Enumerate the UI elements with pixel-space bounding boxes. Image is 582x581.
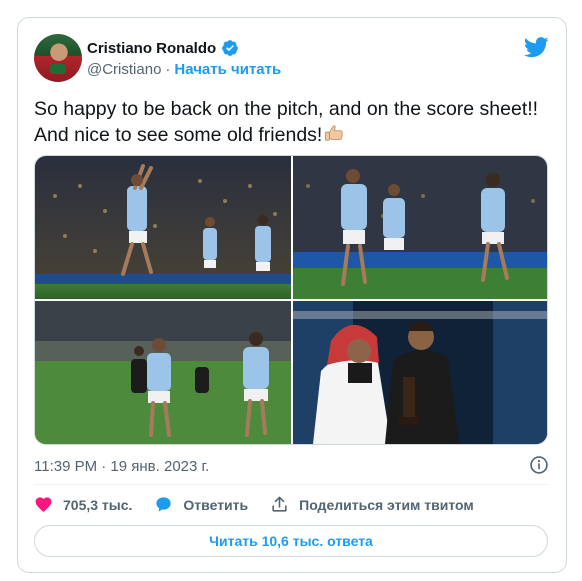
info-icon[interactable] bbox=[529, 455, 549, 475]
separator-dot: · bbox=[165, 61, 171, 78]
follow-link[interactable]: Начать читать bbox=[174, 61, 281, 78]
heart-icon bbox=[35, 497, 52, 513]
tweet-text-line-1: So happy to be back on the pitch, and on… bbox=[34, 98, 539, 120]
likes-count: 705,3 тыс. bbox=[63, 496, 133, 513]
author-name-row[interactable]: Cristiano Ronaldo bbox=[87, 39, 239, 57]
handle-row: @Cristiano · Начать читать bbox=[87, 61, 281, 78]
reply-label: Ответить bbox=[183, 496, 249, 513]
reply-button[interactable]: Ответить bbox=[154, 495, 248, 514]
tweet-actions: 705,3 тыс. Ответить Поделиться этим твит… bbox=[34, 495, 496, 514]
read-replies-button[interactable]: Читать 10,6 тыс. ответа bbox=[34, 525, 548, 557]
share-button[interactable]: Поделиться этим твитом bbox=[270, 495, 474, 514]
photo-players-on-pitch[interactable] bbox=[35, 301, 291, 444]
media-grid bbox=[34, 155, 548, 445]
twitter-bird-icon[interactable] bbox=[524, 37, 549, 58]
tweet-timestamp[interactable]: 11:39 PM · 19 янв. 2023 г. bbox=[34, 458, 209, 475]
share-label: Поделиться этим твитом bbox=[299, 496, 474, 513]
divider bbox=[34, 484, 548, 485]
tweet-text: So happy to be back on the pitch, and on… bbox=[34, 96, 554, 148]
photo-trophy-presentation[interactable] bbox=[293, 301, 547, 444]
author-name[interactable]: Cristiano Ronaldo bbox=[87, 40, 216, 57]
tweet-text-line-2: And nice to see some old friends! bbox=[34, 122, 554, 148]
reply-bubble-icon bbox=[156, 497, 172, 512]
thumbs-up-icon bbox=[325, 125, 344, 141]
like-button[interactable]: 705,3 тыс. bbox=[34, 495, 132, 514]
photo-teammates-running[interactable] bbox=[293, 156, 547, 299]
avatar[interactable] bbox=[34, 34, 82, 82]
share-icon bbox=[272, 496, 287, 512]
author-handle[interactable]: @Cristiano bbox=[87, 61, 161, 78]
verified-badge-icon bbox=[222, 40, 239, 56]
photo-celebration-jump[interactable] bbox=[35, 156, 291, 299]
